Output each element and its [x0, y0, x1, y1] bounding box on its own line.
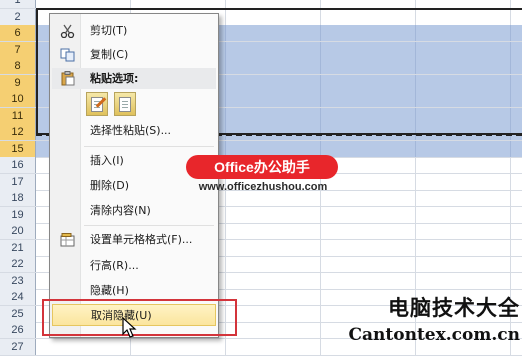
copy-icon	[60, 48, 75, 62]
row-header[interactable]: 17	[0, 173, 36, 190]
menu-separator	[84, 146, 214, 147]
menu-item-clear-contents[interactable]: 清除内容(N)	[52, 200, 216, 222]
row-header[interactable]: 8	[0, 58, 36, 74]
highlight-box	[42, 299, 237, 336]
menu-label-paste-options: 粘贴选项:	[90, 72, 139, 85]
menu-item-format-cells[interactable]: 设置单元格格式(F)...	[52, 229, 216, 251]
row-cells[interactable]	[36, 0, 522, 8]
paste-options-header: 粘贴选项:	[52, 68, 216, 89]
scissors-icon	[60, 24, 75, 38]
site-title-watermark: 电脑技术大全	[388, 296, 520, 320]
paste-icon[interactable]	[86, 92, 108, 116]
menu-label-row-height: 行高(R)...	[90, 259, 139, 272]
menu-label-cut: 剪切(T)	[90, 24, 128, 37]
menu-label-delete: 删除(D)	[90, 179, 130, 192]
row-header[interactable]: 25	[0, 305, 36, 322]
paste-option-icons	[86, 92, 146, 118]
row-header[interactable]: 11	[0, 107, 36, 124]
row-header[interactable]: 16	[0, 157, 36, 173]
menu-label-copy: 复制(C)	[90, 48, 129, 61]
clipboard-icon	[61, 71, 75, 86]
row-header[interactable]: 18	[0, 190, 36, 206]
row-header[interactable]: 20	[0, 223, 36, 239]
menu-item-row-height[interactable]: 行高(R)...	[52, 255, 216, 277]
row-header[interactable]: 24	[0, 289, 36, 305]
menu-label-format-cells: 设置单元格格式(F)...	[90, 233, 193, 246]
row-header[interactable]: 26	[0, 322, 36, 338]
menu-label-paste-special: 选择性粘贴(S)...	[90, 124, 172, 137]
row-header[interactable]: 27	[0, 338, 36, 355]
row-header[interactable]: 15	[0, 140, 36, 157]
row-header[interactable]: 19	[0, 206, 36, 223]
site-url-watermark: Cantontex.com.cn	[348, 325, 521, 345]
row-header[interactable]: 10	[0, 91, 36, 107]
menu-item-cut[interactable]: 剪切(T)	[52, 20, 216, 42]
row-header[interactable]: 23	[0, 272, 36, 289]
office-badge: Office办公助手	[186, 155, 338, 179]
row-header[interactable]: 9	[0, 74, 36, 91]
row-header[interactable]: 1	[0, 0, 36, 8]
mouse-cursor-icon	[122, 317, 137, 338]
office-url: www.officezhushou.com	[198, 181, 328, 193]
row-header[interactable]: 7	[0, 41, 36, 58]
row-header[interactable]: 21	[0, 239, 36, 256]
row-header[interactable]: 2	[0, 8, 36, 25]
menu-label-insert: 插入(I)	[90, 154, 124, 167]
row-header[interactable]: 22	[0, 256, 36, 272]
row-header[interactable]: 12	[0, 124, 36, 140]
row-header[interactable]: 6	[0, 25, 36, 41]
menu-item-copy[interactable]: 复制(C)	[52, 44, 216, 66]
menu-label-clear-contents: 清除内容(N)	[90, 204, 151, 217]
menu-separator	[84, 225, 214, 226]
format-cells-icon	[60, 233, 75, 247]
menu-item-paste-special[interactable]: 选择性粘贴(S)...	[52, 120, 216, 142]
paste-values-icon[interactable]	[114, 92, 136, 116]
